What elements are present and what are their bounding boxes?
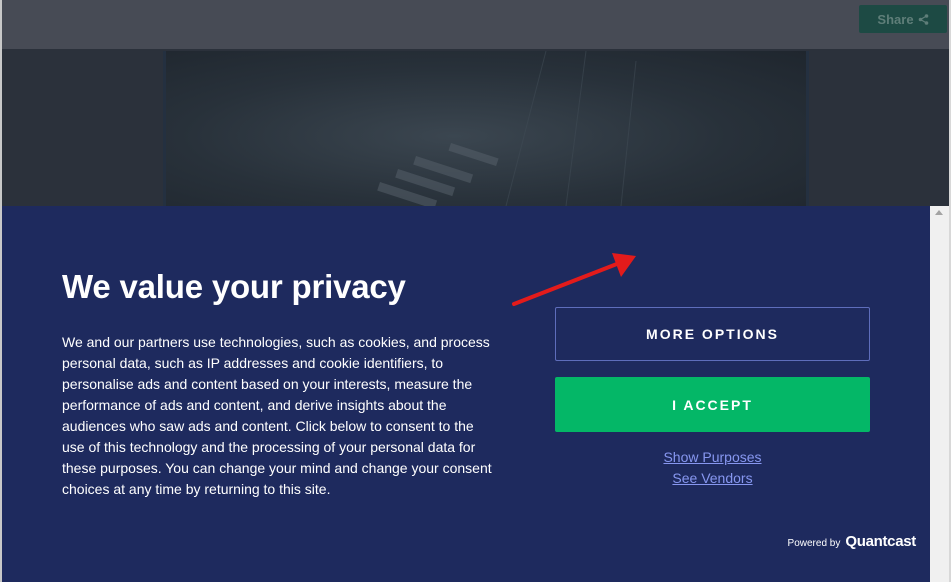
consent-title: We value your privacy (62, 268, 406, 305)
vertical-scrollbar[interactable] (930, 206, 949, 582)
privacy-consent-dialog: We value your privacy We and our partner… (2, 206, 930, 582)
share-icon (918, 13, 929, 25)
see-vendors-link[interactable]: See Vendors (555, 470, 870, 486)
scroll-up-arrow-icon[interactable] (935, 210, 943, 215)
annotation-arrow-icon (512, 253, 636, 306)
show-purposes-link[interactable]: Show Purposes (555, 449, 870, 465)
page-hero (2, 49, 949, 206)
consent-body-text: We and our partners use technologies, su… (62, 334, 492, 497)
page-header: Share (2, 0, 949, 49)
accept-button[interactable]: I ACCEPT (555, 377, 870, 432)
share-label: Share (877, 11, 914, 27)
share-button[interactable]: Share (859, 5, 947, 33)
quantcast-logo: Quantcast (845, 533, 916, 550)
powered-by-label: Powered by (787, 538, 841, 549)
hero-image (163, 51, 809, 206)
powered-by-quantcast: Powered by Quantcast (787, 533, 917, 550)
